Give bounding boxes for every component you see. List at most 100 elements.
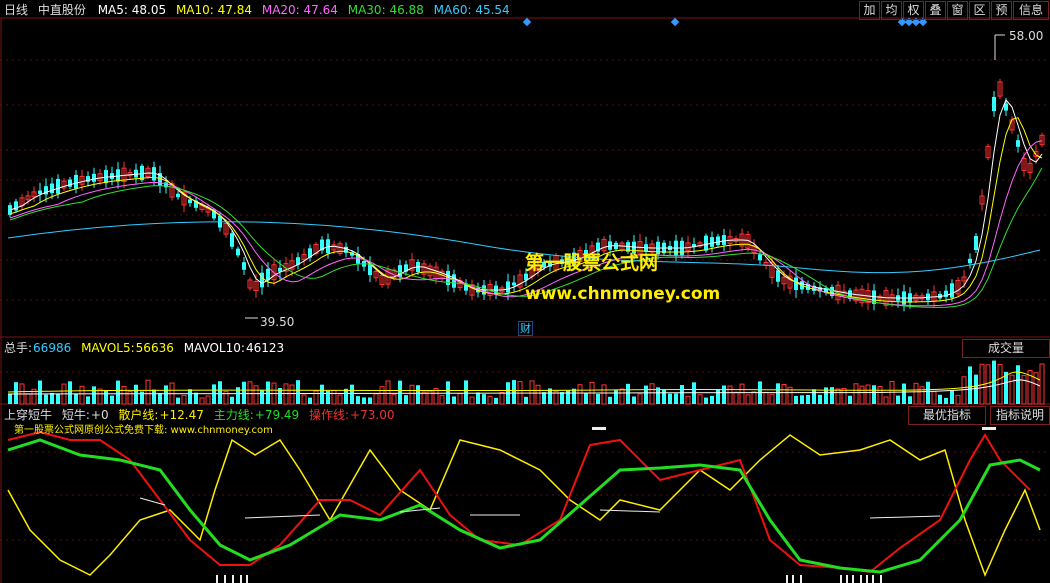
volume-bar bbox=[326, 390, 330, 404]
volume-bar bbox=[331, 389, 337, 405]
candle-body bbox=[92, 173, 96, 182]
volume-bar bbox=[104, 390, 108, 404]
volume-bar bbox=[835, 388, 841, 405]
retail-line-value: +12.47 bbox=[159, 408, 204, 422]
volume-bar bbox=[482, 394, 486, 404]
retail-line-label: 散户线: bbox=[118, 408, 159, 422]
candle-body bbox=[68, 179, 72, 187]
volume-bar bbox=[529, 380, 535, 405]
volume-bar bbox=[476, 392, 480, 404]
volume-bar bbox=[913, 382, 919, 405]
low-price-label: 39.50 bbox=[260, 315, 295, 329]
volume-bar bbox=[409, 384, 415, 405]
signal-tick bbox=[224, 575, 226, 583]
candle-body bbox=[452, 274, 456, 288]
signal-marker bbox=[982, 427, 996, 430]
volume-bar bbox=[212, 384, 216, 404]
best-indicator-button[interactable]: 最优指标 bbox=[908, 406, 986, 425]
volume-bar bbox=[247, 381, 253, 405]
volume-bar bbox=[68, 381, 72, 404]
ma30-label: MA30: 46.88 bbox=[347, 3, 424, 17]
indicator-help-button[interactable]: 指标说明 bbox=[990, 406, 1050, 425]
volume-bar bbox=[806, 395, 810, 404]
period-label: 日线 bbox=[4, 3, 29, 17]
indicator-name: 上穿短牛 bbox=[4, 408, 53, 422]
volume-bar bbox=[50, 392, 54, 404]
candle-body bbox=[230, 233, 234, 247]
volume-bar bbox=[542, 392, 546, 404]
volume-bar bbox=[781, 383, 787, 405]
signal-tick bbox=[840, 575, 842, 583]
volume-bar bbox=[499, 392, 505, 405]
volume-bar bbox=[469, 396, 475, 405]
volume-bar bbox=[931, 391, 937, 405]
candle-body bbox=[776, 270, 780, 282]
volume-bar bbox=[560, 392, 564, 404]
indicator-header: 上穿短牛 短牛:+0 散户线:+12.47 主力线:+79.49 操作线:+73… bbox=[4, 406, 400, 424]
volume-bar bbox=[446, 381, 450, 404]
signal-tick bbox=[216, 575, 218, 583]
signal-tick bbox=[872, 575, 874, 583]
volume-bar bbox=[188, 389, 192, 404]
toolbar-range-button[interactable]: 区 bbox=[969, 1, 990, 20]
candle-body bbox=[1016, 140, 1020, 147]
ma20-label: MA20: 47.64 bbox=[261, 3, 338, 17]
toolbar-rights-button[interactable]: 权 bbox=[903, 1, 924, 20]
volume-bar bbox=[79, 385, 85, 405]
watermark-url: www.chnmoney.com bbox=[525, 284, 721, 304]
toolbar-overlay-button[interactable]: 叠 bbox=[925, 1, 946, 20]
volume-bar bbox=[584, 393, 588, 404]
candle-body bbox=[992, 96, 996, 112]
toolbar-add-button[interactable]: 加 bbox=[859, 1, 880, 20]
volume-bar bbox=[110, 395, 114, 404]
main-line-label: 主力线: bbox=[213, 408, 254, 422]
high-price-label: 58.00 bbox=[1009, 29, 1044, 43]
volume-bar bbox=[865, 384, 871, 405]
signal-tick bbox=[852, 575, 854, 583]
volume-bar bbox=[614, 389, 618, 404]
volume-bar bbox=[236, 387, 240, 404]
signal-tick bbox=[246, 575, 248, 583]
volume-bar bbox=[908, 396, 912, 404]
volume-bar bbox=[535, 384, 541, 405]
volume-bar bbox=[745, 394, 751, 405]
volume-bar bbox=[938, 394, 942, 404]
toolbar-window-button[interactable]: 窗 bbox=[947, 1, 968, 20]
signal-tick bbox=[800, 575, 802, 583]
volume-bar bbox=[74, 393, 78, 404]
op-line bbox=[7, 430, 1031, 574]
candle-body bbox=[968, 258, 972, 264]
volume-bar bbox=[134, 384, 138, 404]
volume-bar bbox=[391, 393, 397, 405]
mavol5-line bbox=[7, 371, 1041, 393]
short-bull-label: 短牛: bbox=[61, 408, 90, 422]
volume-bar bbox=[356, 396, 360, 404]
volume-bar bbox=[859, 385, 865, 405]
toolbar-info-button[interactable]: 信息 bbox=[1013, 1, 1049, 20]
volume-bar bbox=[253, 385, 259, 405]
volume-bar bbox=[902, 383, 906, 404]
volume-bar bbox=[301, 394, 307, 405]
volume-bar bbox=[710, 395, 714, 404]
volume-bar bbox=[572, 388, 576, 404]
volume-bar bbox=[632, 396, 636, 404]
signal-tick bbox=[880, 575, 882, 583]
watermark-title: 第一股票公式网 bbox=[525, 252, 659, 274]
volume-bar bbox=[733, 391, 739, 405]
price-header: 日线 中直股份 MA5: 48.05 MA10: 47.84 MA20: 47.… bbox=[4, 1, 516, 19]
candle-body bbox=[56, 178, 60, 194]
indicator-banner: 第一股票公式网原创公式免费下载: www.chnmoney.com bbox=[14, 425, 273, 436]
financial-report-marker[interactable]: 财 bbox=[518, 321, 533, 336]
volume-indicator-button[interactable]: 成交量 bbox=[962, 339, 1050, 358]
volume-total-value: 66986 bbox=[33, 341, 72, 355]
volume-bar bbox=[704, 397, 708, 404]
toolbar-ma-button[interactable]: 均 bbox=[881, 1, 902, 20]
volume-total-label: 总手: bbox=[4, 341, 33, 355]
toolbar-alert-button[interactable]: 预 bbox=[991, 1, 1012, 20]
volume-bar bbox=[853, 383, 859, 405]
volume-bar bbox=[1039, 363, 1045, 405]
mavol10-line bbox=[7, 379, 1041, 395]
volume-bar bbox=[266, 381, 270, 404]
volume-bar bbox=[313, 390, 319, 405]
volume-bar bbox=[848, 395, 852, 404]
